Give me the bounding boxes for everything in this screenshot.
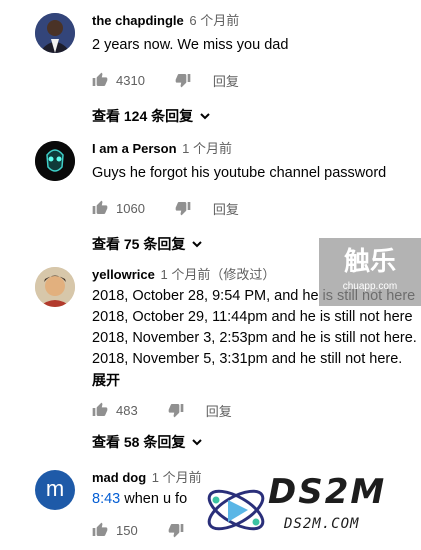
chevron-down-icon bbox=[200, 113, 210, 120]
author-name[interactable]: the chapdingle bbox=[92, 13, 184, 28]
timestamp-link[interactable]: 8:43 bbox=[92, 491, 120, 507]
author-name[interactable]: mad dog bbox=[92, 470, 146, 485]
view-replies-button[interactable]: 查看 58 条回复 bbox=[92, 432, 413, 452]
comment-line: 2018, October 29, 11:44pm and he is stil… bbox=[92, 309, 413, 325]
avatar[interactable] bbox=[35, 141, 75, 181]
chuapp-logo-text: 触乐 bbox=[343, 246, 396, 276]
view-replies-label: 查看 75 条回复 bbox=[92, 236, 186, 252]
thumb-up-icon[interactable] bbox=[92, 402, 108, 418]
avatar[interactable] bbox=[35, 267, 75, 307]
thumb-up-icon[interactable] bbox=[92, 200, 108, 216]
chevron-down-icon bbox=[192, 241, 203, 248]
thumb-down-icon[interactable] bbox=[175, 200, 191, 216]
comment-text: 2 years now. We miss you dad bbox=[92, 35, 413, 56]
comment-line: 2018, November 3, 2:53pm and he is still… bbox=[92, 330, 417, 346]
reply-button[interactable]: 回复 bbox=[213, 199, 239, 218]
comment-line: 2018, November 5, 3:31pm and he still no… bbox=[92, 351, 403, 367]
thumb-up-icon[interactable] bbox=[92, 72, 108, 88]
reply-button[interactable]: 回复 bbox=[206, 401, 232, 420]
thumb-down-icon[interactable] bbox=[175, 72, 191, 88]
comment-line: 2 years now. We miss you dad bbox=[92, 37, 289, 53]
avatar[interactable]: m bbox=[35, 470, 75, 510]
ds2m-watermark: DS2M DS2M.COM bbox=[198, 470, 421, 545]
like-count: 1060 bbox=[116, 200, 145, 216]
view-replies-button[interactable]: 查看 124 条回复 bbox=[92, 106, 413, 126]
comment-time[interactable]: 1 个月前 bbox=[152, 470, 202, 485]
chevron-down-icon bbox=[192, 439, 203, 446]
ds2m-logo-text: DS2M bbox=[268, 472, 387, 512]
avatar[interactable] bbox=[35, 13, 75, 53]
comment-time[interactable]: 6 个月前 bbox=[189, 13, 239, 28]
like-count: 483 bbox=[116, 402, 138, 418]
like-count: 4310 bbox=[116, 72, 145, 88]
comment-line: Guys he forgot his youtube channel passw… bbox=[92, 165, 387, 181]
comment-text: Guys he forgot his youtube channel passw… bbox=[92, 163, 413, 184]
avatar-letter: m bbox=[45, 476, 65, 501]
view-replies-label: 查看 124 条回复 bbox=[92, 108, 194, 124]
chuapp-url: chuapp.com bbox=[342, 281, 398, 292]
reply-button[interactable]: 回复 bbox=[213, 71, 239, 90]
chuapp-watermark: 触乐 chuapp.com bbox=[319, 238, 421, 306]
ds2m-url: DS2M.COM bbox=[284, 516, 360, 532]
expand-button[interactable]: 展开 bbox=[92, 370, 413, 390]
author-name[interactable]: yellowrice bbox=[92, 267, 155, 282]
comment-line: when u fo bbox=[120, 491, 188, 507]
comment-time[interactable]: 1 个月前（修改过） bbox=[161, 267, 276, 282]
thumb-down-icon[interactable] bbox=[168, 402, 184, 418]
thumb-down-icon[interactable] bbox=[168, 522, 184, 538]
author-name[interactable]: I am a Person bbox=[92, 141, 177, 156]
comment-time[interactable]: 1 个月前 bbox=[182, 141, 232, 156]
view-replies-label: 查看 58 条回复 bbox=[92, 434, 186, 450]
thumb-up-icon[interactable] bbox=[92, 522, 108, 538]
like-count: 150 bbox=[116, 522, 138, 538]
